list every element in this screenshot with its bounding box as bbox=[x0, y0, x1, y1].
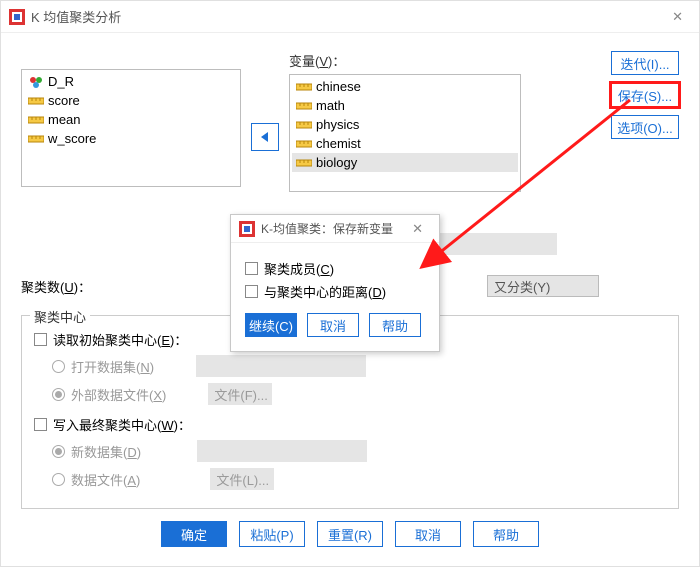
file-button-f: 文件(F)... bbox=[208, 383, 272, 405]
arrow-left-icon bbox=[258, 130, 272, 144]
open-dataset-radio: 打开数据集(N) bbox=[52, 355, 666, 377]
move-variable-button[interactable] bbox=[251, 123, 279, 151]
cluster-count-label: 聚类数(U)： bbox=[21, 277, 91, 296]
list-item[interactable]: D_R bbox=[24, 72, 238, 91]
new-dataset-radio: 新数据集(D) bbox=[52, 440, 666, 462]
list-item[interactable]: score bbox=[24, 91, 238, 110]
paste-button[interactable]: 粘贴(P) bbox=[239, 521, 305, 547]
source-variable-list[interactable]: D_Rscore mean w_score bbox=[21, 69, 241, 187]
variables-label: 变量(V)： bbox=[289, 51, 521, 70]
radio-icon bbox=[52, 360, 65, 373]
list-item[interactable]: chemist bbox=[292, 134, 518, 153]
variable-name: chemist bbox=[316, 136, 361, 151]
modal-cancel-button[interactable]: 取消 bbox=[307, 313, 359, 337]
list-item[interactable]: mean bbox=[24, 110, 238, 129]
cluster-center-legend: 聚类中心 bbox=[30, 307, 90, 326]
open-dataset-input bbox=[196, 355, 366, 377]
list-item[interactable]: biology bbox=[292, 153, 518, 172]
variable-name: physics bbox=[316, 117, 359, 132]
data-file-radio: 数据文件(A) 文件(L)... bbox=[52, 468, 666, 490]
radio-icon bbox=[52, 388, 65, 401]
window-title: K 均值聚类分析 bbox=[31, 7, 664, 26]
variable-name: score bbox=[48, 93, 80, 108]
checkbox-icon bbox=[34, 418, 47, 431]
bottom-button-bar: 确定 粘贴(P) 重置(R) 取消 帮助 bbox=[21, 521, 679, 547]
variable-name: chinese bbox=[316, 79, 361, 94]
external-file-radio: 外部数据文件(X) 文件(F)... bbox=[52, 383, 666, 405]
list-item[interactable]: w_score bbox=[24, 129, 238, 148]
cancel-button[interactable]: 取消 bbox=[395, 521, 461, 547]
distance-checkbox[interactable]: 与聚类中心的距离(D) bbox=[245, 282, 425, 301]
iterate-button[interactable]: 迭代(I)... bbox=[611, 51, 679, 75]
radio-icon bbox=[52, 445, 65, 458]
checkbox-icon bbox=[245, 262, 258, 275]
save-dialog: K-均值聚类：保存新变量 ✕ 聚类成员(C) 与聚类中心的距离(D) 继续(C)… bbox=[230, 214, 440, 352]
membership-checkbox[interactable]: 聚类成员(C) bbox=[245, 259, 425, 278]
continue-button[interactable]: 继续(C) bbox=[245, 313, 297, 337]
file-button-l: 文件(L)... bbox=[210, 468, 274, 490]
save-dialog-body: 聚类成员(C) 与聚类中心的距离(D) 继续(C) 取消 帮助 bbox=[231, 243, 439, 351]
checkbox-icon bbox=[34, 333, 47, 346]
save-dialog-titlebar: K-均值聚类：保存新变量 ✕ bbox=[231, 215, 439, 243]
help-button[interactable]: 帮助 bbox=[473, 521, 539, 547]
radio-icon bbox=[52, 473, 65, 486]
variable-name: mean bbox=[48, 112, 81, 127]
reset-button[interactable]: 重置(R) bbox=[317, 521, 383, 547]
save-dialog-title: K-均值聚类：保存新变量 bbox=[261, 220, 404, 237]
new-dataset-input bbox=[197, 440, 367, 462]
ok-button[interactable]: 确定 bbox=[161, 521, 227, 547]
modal-help-button[interactable]: 帮助 bbox=[369, 313, 421, 337]
save-button[interactable]: 保存(S)... bbox=[611, 83, 679, 107]
variable-name: math bbox=[316, 98, 345, 113]
window-close-icon[interactable]: ✕ bbox=[664, 5, 691, 29]
options-button[interactable]: 选项(O)... bbox=[611, 115, 679, 139]
save-dialog-buttons: 继续(C) 取消 帮助 bbox=[245, 313, 425, 337]
variable-name: D_R bbox=[48, 74, 74, 89]
save-dialog-close-icon[interactable]: ✕ bbox=[404, 217, 431, 241]
list-item[interactable]: chinese bbox=[292, 77, 518, 96]
app-icon bbox=[9, 9, 25, 25]
method-button[interactable]: 又分类(Y) bbox=[487, 275, 599, 297]
variable-name: biology bbox=[316, 155, 357, 170]
app-icon bbox=[239, 221, 255, 237]
checkbox-icon bbox=[245, 285, 258, 298]
list-item[interactable]: math bbox=[292, 96, 518, 115]
list-item[interactable]: physics bbox=[292, 115, 518, 134]
titlebar: K 均值聚类分析 ✕ bbox=[1, 1, 699, 33]
write-final-checkbox-row[interactable]: 写入最终聚类中心(W)： bbox=[34, 415, 666, 434]
variable-name: w_score bbox=[48, 131, 96, 146]
target-variable-list[interactable]: chinese math physics chemist biology bbox=[289, 74, 521, 192]
